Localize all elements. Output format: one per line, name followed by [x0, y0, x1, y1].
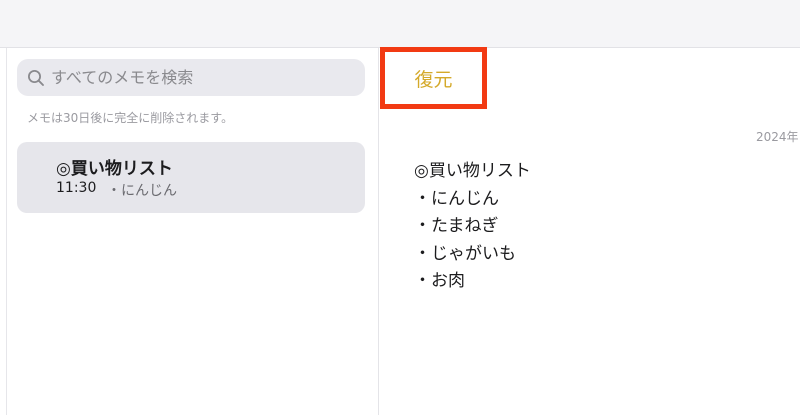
left-panel-edge	[0, 48, 7, 415]
note-line: ・じゃがいも	[414, 243, 516, 264]
note-line: ・にんじん	[414, 188, 499, 209]
note-item-title: ◎買い物リスト	[56, 159, 173, 179]
note-line: ・お肉	[414, 271, 465, 291]
note-item-preview: ・にんじん	[107, 183, 177, 199]
note-line: ・たまねぎ	[414, 216, 499, 236]
top-toolbar	[0, 0, 800, 48]
search-input[interactable]	[51, 63, 351, 92]
note-date: 2024年	[756, 130, 799, 144]
search-field[interactable]	[17, 59, 365, 96]
note-list-item[interactable]: ◎買い物リスト 11:30 ・にんじん	[17, 142, 365, 213]
notes-sidebar: メモは30日後に完全に削除されます。 ◎買い物リスト 11:30 ・にんじん	[7, 48, 379, 415]
search-icon	[27, 69, 45, 87]
note-body[interactable]: ◎買い物リスト ・にんじん ・たまねぎ ・じゃがいも ・お肉	[414, 158, 774, 296]
restore-button[interactable]: 復元	[380, 47, 487, 109]
note-line: ◎買い物リスト	[414, 161, 531, 181]
deletion-notice: メモは30日後に完全に削除されます。	[27, 111, 234, 125]
note-item-time: 11:30	[56, 180, 97, 196]
